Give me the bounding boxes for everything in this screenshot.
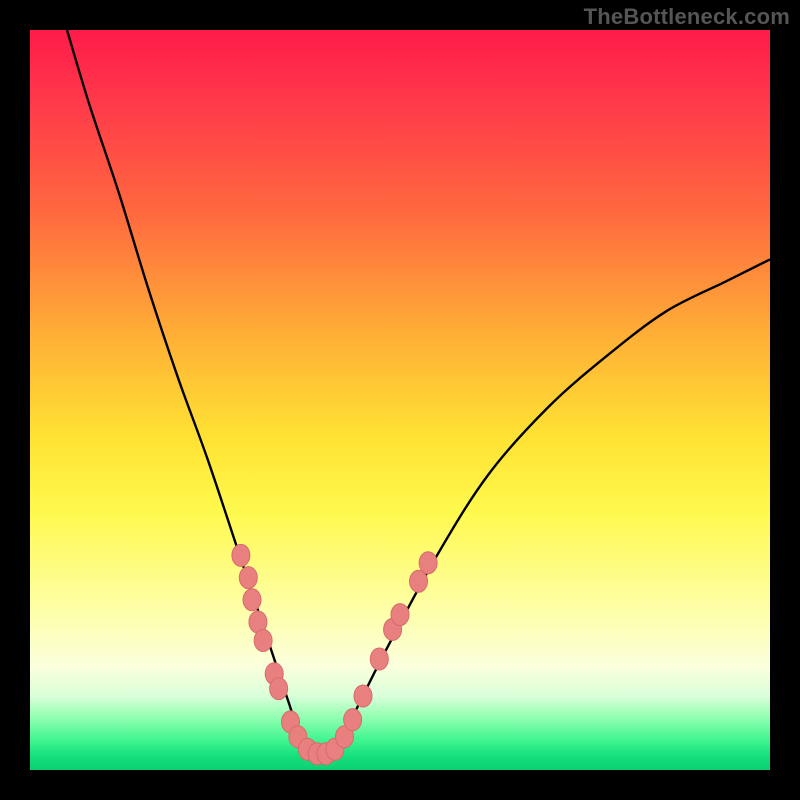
curve-marker bbox=[254, 630, 272, 652]
chart-frame: TheBottleneck.com bbox=[0, 0, 800, 800]
curve-marker bbox=[239, 567, 257, 589]
curve-marker bbox=[243, 589, 261, 611]
curve-marker bbox=[270, 678, 288, 700]
curve-marker bbox=[344, 709, 362, 731]
chart-plot-area bbox=[30, 30, 770, 770]
curve-markers bbox=[232, 544, 437, 764]
curve-marker bbox=[232, 544, 250, 566]
curve-marker bbox=[370, 648, 388, 670]
curve-marker bbox=[354, 685, 372, 707]
bottleneck-curve bbox=[67, 30, 770, 756]
curve-marker bbox=[391, 604, 409, 626]
chart-svg bbox=[30, 30, 770, 770]
curve-marker bbox=[419, 552, 437, 574]
watermark-text: TheBottleneck.com bbox=[584, 4, 790, 30]
